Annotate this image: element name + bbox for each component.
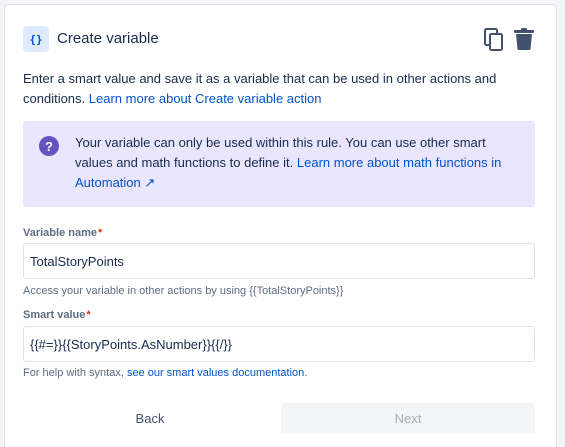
variable-name-help: Access your variable in other actions by… <box>23 285 344 297</box>
panel-header: {} Create variable <box>23 23 538 55</box>
next-button[interactable]: Next <box>281 403 535 433</box>
info-panel: ? Your variable can only be used within … <box>23 121 535 207</box>
variable-name-input[interactable] <box>23 243 535 279</box>
back-button[interactable]: Back <box>23 403 277 433</box>
smart-values-documentation-link[interactable]: see our smart values documentation <box>127 367 304 379</box>
create-variable-panel: {} Create variable Enter a smart value a… <box>4 4 557 447</box>
smart-value-help: For help with syntax, see our smart valu… <box>23 367 308 379</box>
smart-value-label: Smart value* <box>23 309 91 321</box>
copy-icon[interactable] <box>484 28 504 52</box>
panel-title: Create variable <box>57 30 159 47</box>
question-icon: ? <box>39 136 59 156</box>
required-mark: * <box>86 309 91 321</box>
variable-name-label: Variable name* <box>23 227 103 239</box>
smart-value-input[interactable] <box>23 326 535 362</box>
description: Enter a smart value and save it as a var… <box>23 69 523 109</box>
trash-icon[interactable] <box>514 28 534 50</box>
required-mark: * <box>98 227 103 239</box>
learn-more-create-variable-link[interactable]: Learn more about Create variable action <box>89 91 322 106</box>
variable-icon: {} <box>23 26 49 52</box>
info-text-block: Your variable can only be used within th… <box>75 133 520 193</box>
